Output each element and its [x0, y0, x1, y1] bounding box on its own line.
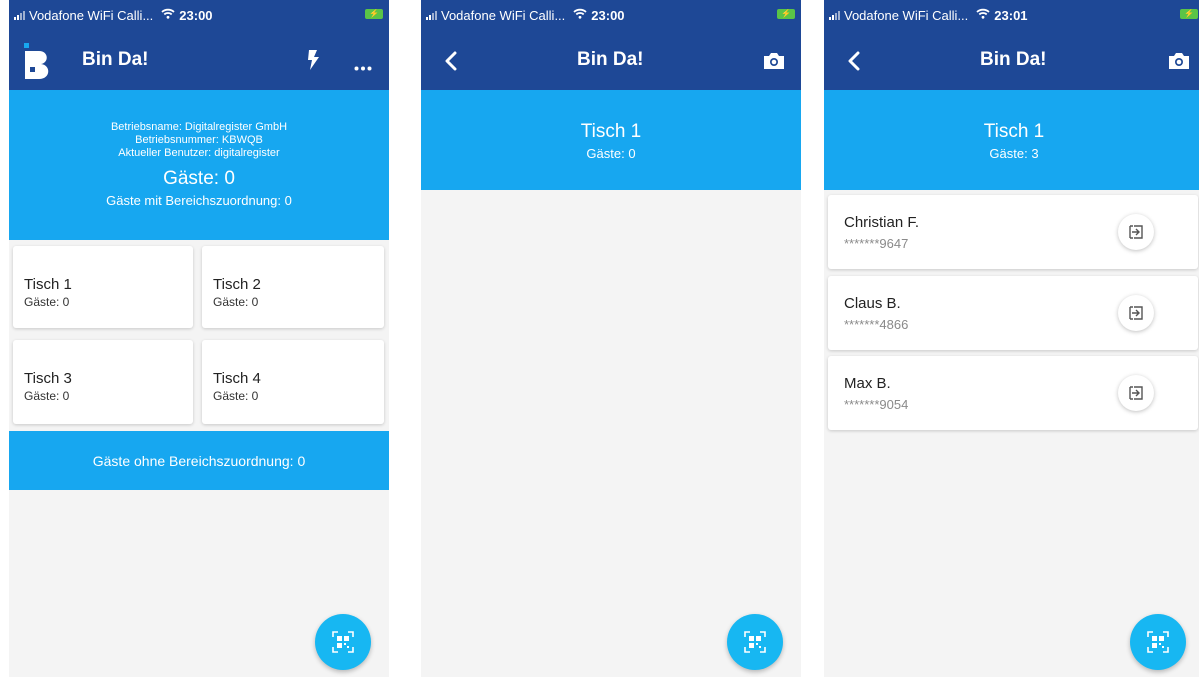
table-guests: Gäste: 3 [989, 146, 1039, 161]
table-name: Tisch 2 [213, 276, 261, 293]
table-name: Tisch 1 [580, 121, 642, 142]
signal-icon [426, 10, 437, 20]
table-tile[interactable]: Tisch 4 Gäste: 0 [202, 340, 384, 424]
business-number: Betriebsnummer: KBWQB [135, 134, 263, 146]
table-name: Tisch 3 [24, 370, 72, 387]
scan-qr-button[interactable] [1130, 614, 1186, 670]
signal-icon [829, 10, 840, 20]
status-bar: Vodafone WiFi Calli... 23:00 ⚡ [9, 0, 389, 30]
table-name: Tisch 4 [213, 370, 261, 387]
table-tile[interactable]: Tisch 2 Gäste: 0 [202, 246, 384, 328]
guest-count: Gäste: 0 [163, 168, 235, 189]
status-time: 23:01 [994, 7, 1028, 23]
checkout-icon [1129, 225, 1143, 239]
table-tile[interactable]: Tisch 3 Gäste: 0 [13, 340, 193, 424]
screen-overview: Vodafone WiFi Calli... 23:00 ⚡ Bin Da! B… [9, 0, 389, 677]
current-user: Aktueller Benutzer: digitalregister [118, 147, 280, 159]
app-title: Bin Da! [577, 49, 644, 70]
carrier-label: Vodafone WiFi Calli... [29, 7, 154, 23]
guest-name: Claus B. [844, 295, 901, 312]
table-name: Tisch 1 [983, 121, 1045, 142]
wifi-icon [573, 8, 587, 22]
checkout-icon [1129, 386, 1143, 400]
table-header: Tisch 1 Gäste: 0 [421, 90, 801, 190]
back-icon[interactable] [848, 51, 860, 76]
table-guests: Gäste: 0 [24, 295, 70, 309]
unassigned-guests-label: Gäste ohne Bereichszuordnung: 0 [92, 453, 306, 469]
scan-qr-button[interactable] [727, 614, 783, 670]
more-icon[interactable] [354, 58, 372, 76]
carrier-label: Vodafone WiFi Calli... [441, 7, 566, 23]
checkout-button[interactable] [1118, 214, 1154, 250]
flash-icon[interactable] [306, 50, 320, 75]
wifi-icon [161, 8, 175, 22]
table-tile[interactable]: Tisch 1 Gäste: 0 [13, 246, 193, 328]
battery-icon: ⚡ [365, 9, 383, 19]
app-bar: Bin Da! [421, 30, 801, 90]
scan-qr-button[interactable] [315, 614, 371, 670]
logo-icon [21, 43, 55, 79]
guest-phone: *******9647 [844, 236, 909, 251]
business-name: Betriebsname: Digitalregister GmbH [110, 121, 288, 133]
camera-icon[interactable] [764, 52, 784, 74]
checkout-button[interactable] [1118, 375, 1154, 411]
unassigned-guests-bar[interactable]: Gäste ohne Bereichszuordnung: 0 [9, 431, 389, 490]
status-bar: Vodafone WiFi Calli... 23:00 ⚡ [421, 0, 801, 30]
battery-icon: ⚡ [1180, 9, 1198, 19]
screen-table-empty: Vodafone WiFi Calli... 23:00 ⚡ Bin Da! T… [421, 0, 801, 677]
qr-code-icon [1147, 631, 1169, 653]
list-item[interactable]: Max B. *******9054 [828, 356, 1198, 430]
guest-phone: *******4866 [844, 317, 909, 332]
list-item[interactable]: Claus B. *******4866 [828, 276, 1198, 350]
guest-name: Max B. [844, 375, 891, 392]
guest-phone: *******9054 [844, 397, 909, 412]
app-bar: Bin Da! [9, 30, 389, 90]
app-title: Bin Da! [980, 49, 1047, 70]
checkout-button[interactable] [1118, 295, 1154, 331]
guests-with-area: Gäste mit Bereichszuordnung: 0 [106, 193, 292, 208]
guest-name: Christian F. [844, 214, 920, 231]
table-guests: Gäste: 0 [213, 295, 259, 309]
screen-table-guests: Vodafone WiFi Calli... 23:01 ⚡ Bin Da! T… [824, 0, 1199, 677]
wifi-icon [976, 8, 990, 22]
signal-icon [14, 10, 25, 20]
table-guests: Gäste: 0 [213, 389, 259, 403]
camera-icon[interactable] [1169, 52, 1189, 74]
app-title: Bin Da! [82, 49, 149, 70]
qr-code-icon [744, 631, 766, 653]
table-guests: Gäste: 0 [24, 389, 70, 403]
list-item[interactable]: Christian F. *******9647 [828, 195, 1198, 269]
table-header: Tisch 1 Gäste: 3 [824, 90, 1199, 190]
checkout-icon [1129, 306, 1143, 320]
status-time: 23:00 [179, 7, 213, 23]
table-name: Tisch 1 [24, 276, 72, 293]
qr-code-icon [332, 631, 354, 653]
back-icon[interactable] [445, 51, 457, 76]
business-info-panel: Betriebsname: Digitalregister GmbH Betri… [9, 90, 389, 240]
table-guests: Gäste: 0 [586, 146, 636, 161]
battery-icon: ⚡ [777, 9, 795, 19]
app-bar: Bin Da! [824, 30, 1199, 90]
status-time: 23:00 [591, 7, 625, 23]
carrier-label: Vodafone WiFi Calli... [844, 7, 969, 23]
status-bar: Vodafone WiFi Calli... 23:01 ⚡ [824, 0, 1199, 30]
